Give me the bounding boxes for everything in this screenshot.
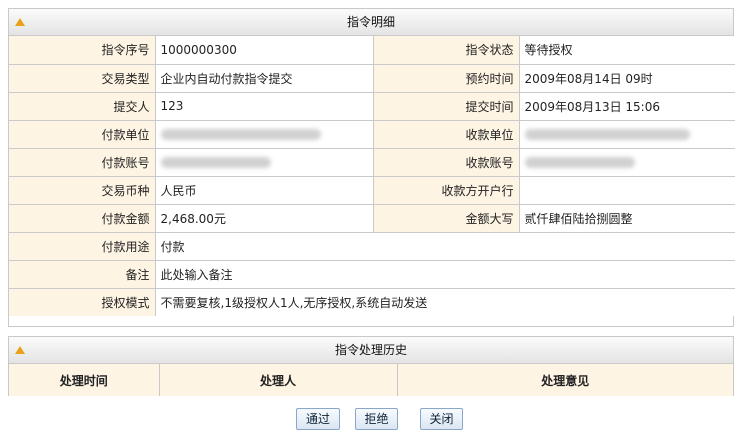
redacted-text bbox=[160, 129, 321, 140]
redacted-text bbox=[160, 157, 271, 168]
detail-row: 付款单位 收款单位 bbox=[9, 119, 735, 149]
label-scheduled-time: 预约时间 bbox=[372, 63, 520, 93]
redacted-text bbox=[524, 157, 635, 168]
label-submitter: 提交人 bbox=[9, 91, 156, 121]
detail-row: 付款账号 收款账号 bbox=[9, 147, 735, 177]
label-payee-unit: 收款单位 bbox=[372, 119, 520, 149]
column-header-processing-time: 处理时间 bbox=[9, 364, 159, 396]
history-table: 处理时间 处理人 处理意见 bbox=[9, 364, 733, 396]
history-panel-title: 指令处理历史 bbox=[334, 343, 407, 357]
detail-row: 交易币种 人民币 收款方开户行 bbox=[9, 175, 735, 205]
detail-row: 备注 此处输入备注 bbox=[9, 259, 735, 289]
value-payment-purpose: 付款 bbox=[154, 231, 735, 261]
value-submit-time: 2009年08月13日 15:06 bbox=[518, 91, 735, 121]
value-currency: 人民币 bbox=[154, 175, 374, 205]
label-currency: 交易币种 bbox=[9, 175, 156, 205]
label-authorization-mode: 授权模式 bbox=[9, 287, 156, 316]
detail-row: 付款金额 2,468.00元 金额大写 贰仟肆佰陆拾捌圆整 bbox=[9, 203, 735, 233]
label-payer-unit: 付款单位 bbox=[9, 119, 156, 149]
label-transaction-type: 交易类型 bbox=[9, 63, 156, 93]
processing-history-panel: 指令处理历史 处理时间 处理人 处理意见 bbox=[8, 336, 734, 396]
value-amount: 2,468.00元 bbox=[154, 203, 374, 233]
label-submit-time: 提交时间 bbox=[372, 91, 520, 121]
detail-table: 指令序号 1000000300 指令状态 等待授权 交易类型 企业内自动付款指令… bbox=[9, 36, 735, 316]
label-amount: 付款金额 bbox=[9, 203, 156, 233]
label-instruction-status: 指令状态 bbox=[372, 36, 520, 65]
value-submitter: 123 bbox=[154, 91, 374, 121]
collapse-triangle-icon[interactable] bbox=[15, 18, 25, 26]
value-authorization-mode: 不需要复核,1级授权人1人,无序授权,系统自动发送 bbox=[154, 287, 735, 316]
detail-row: 指令序号 1000000300 指令状态 等待授权 bbox=[9, 36, 735, 65]
detail-panel-header[interactable]: 指令明细 bbox=[9, 9, 733, 36]
detail-panel-title: 指令明细 bbox=[346, 15, 395, 29]
detail-row: 付款用途 付款 bbox=[9, 231, 735, 261]
label-instruction-no: 指令序号 bbox=[9, 36, 156, 65]
value-remark: 此处输入备注 bbox=[154, 259, 735, 289]
value-instruction-status: 等待授权 bbox=[518, 36, 735, 65]
detail-row: 交易类型 企业内自动付款指令提交 预约时间 2009年08月14日 09时 bbox=[9, 63, 735, 93]
label-payer-account: 付款账号 bbox=[9, 147, 156, 177]
label-payment-purpose: 付款用途 bbox=[9, 231, 156, 261]
column-header-processing-opinion: 处理意见 bbox=[396, 364, 733, 396]
value-payer-account-redacted bbox=[154, 147, 374, 177]
value-payee-bank bbox=[518, 175, 735, 205]
label-amount-in-words: 金额大写 bbox=[372, 203, 520, 233]
action-button-bar: 通过 拒绝 关闭 bbox=[0, 408, 745, 430]
value-transaction-type: 企业内自动付款指令提交 bbox=[154, 63, 374, 93]
value-scheduled-time: 2009年08月14日 09时 bbox=[518, 63, 735, 93]
value-payee-account-redacted bbox=[518, 147, 735, 177]
collapse-triangle-icon[interactable] bbox=[15, 346, 25, 354]
detail-row: 授权模式 不需要复核,1级授权人1人,无序授权,系统自动发送 bbox=[9, 287, 735, 316]
column-header-processor: 处理人 bbox=[158, 364, 397, 396]
history-panel-header[interactable]: 指令处理历史 bbox=[9, 337, 733, 364]
instruction-detail-panel: 指令明细 指令序号 1000000300 指令状态 等待授权 交易类型 企业内自… bbox=[8, 8, 735, 327]
value-payee-unit-redacted bbox=[518, 119, 735, 149]
approve-button[interactable]: 通过 bbox=[296, 408, 340, 430]
history-header-row: 处理时间 处理人 处理意见 bbox=[9, 364, 733, 396]
detail-row: 提交人 123 提交时间 2009年08月13日 15:06 bbox=[9, 91, 735, 121]
redacted-text bbox=[524, 129, 690, 140]
value-instruction-no: 1000000300 bbox=[154, 36, 374, 65]
value-payer-unit-redacted bbox=[154, 119, 374, 149]
label-remark: 备注 bbox=[9, 259, 156, 289]
close-button[interactable]: 关闭 bbox=[420, 408, 463, 430]
value-amount-in-words: 贰仟肆佰陆拾捌圆整 bbox=[518, 203, 735, 233]
reject-button[interactable]: 拒绝 bbox=[355, 408, 398, 430]
label-payee-account: 收款账号 bbox=[372, 147, 520, 177]
label-payee-bank: 收款方开户行 bbox=[372, 175, 520, 205]
